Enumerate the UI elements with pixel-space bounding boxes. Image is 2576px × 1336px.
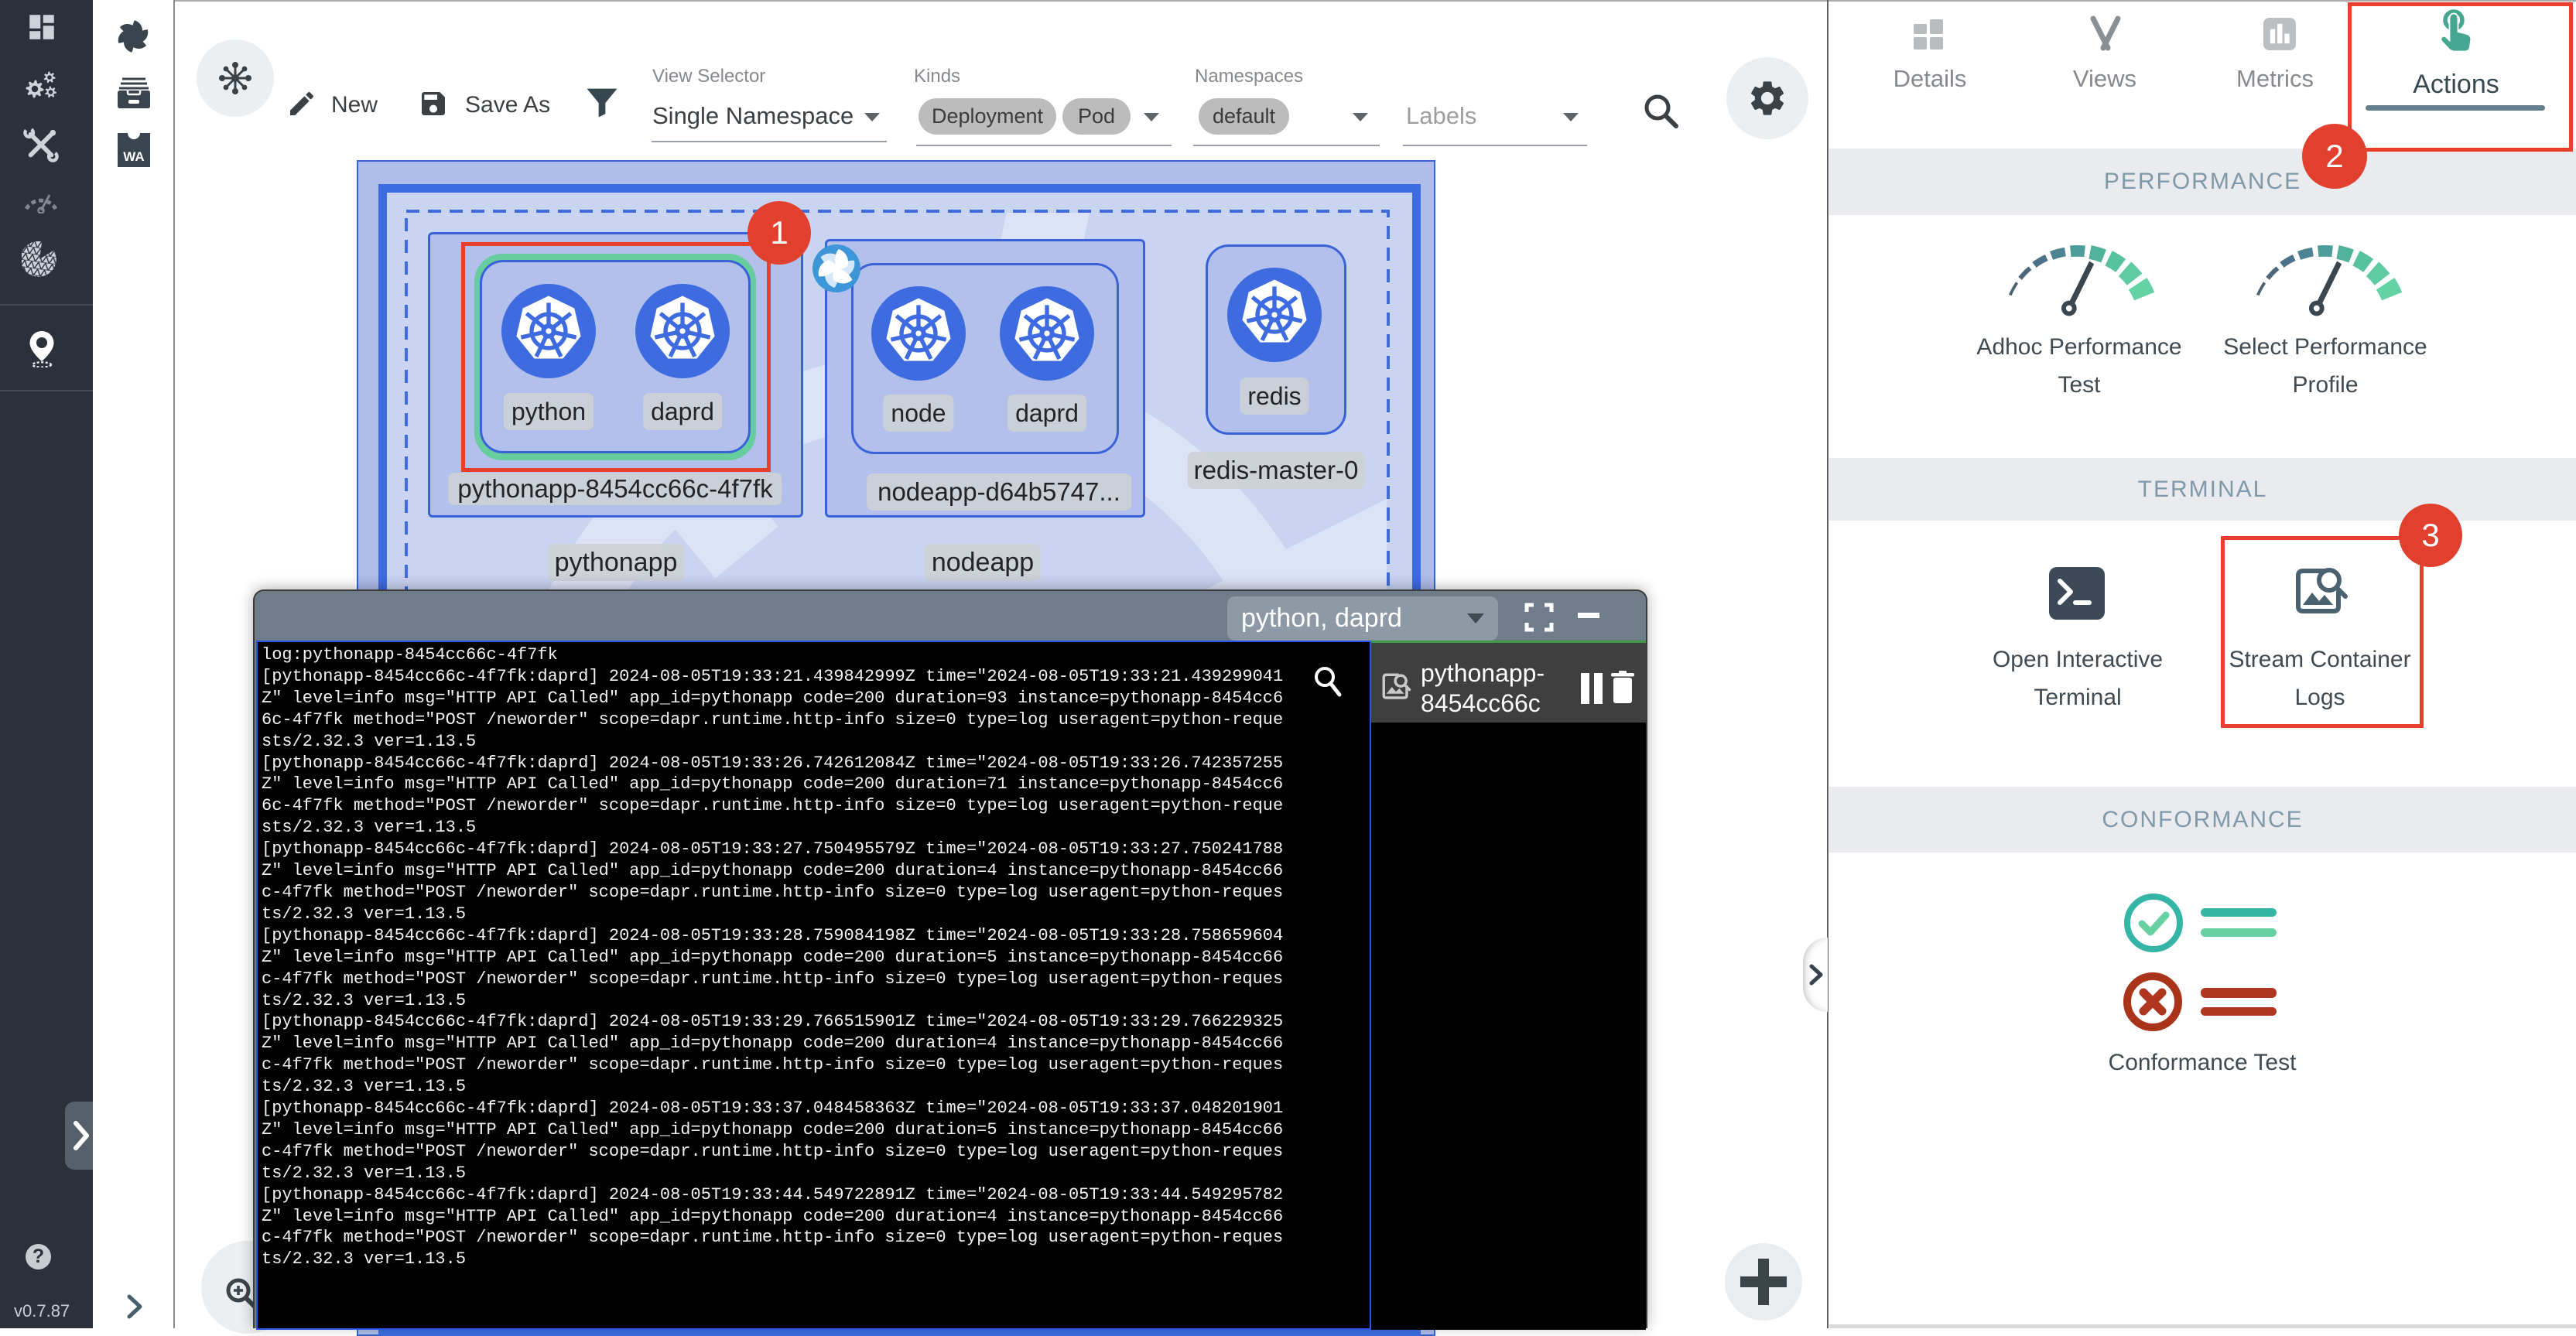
svg-text:WA: WA — [123, 149, 144, 164]
